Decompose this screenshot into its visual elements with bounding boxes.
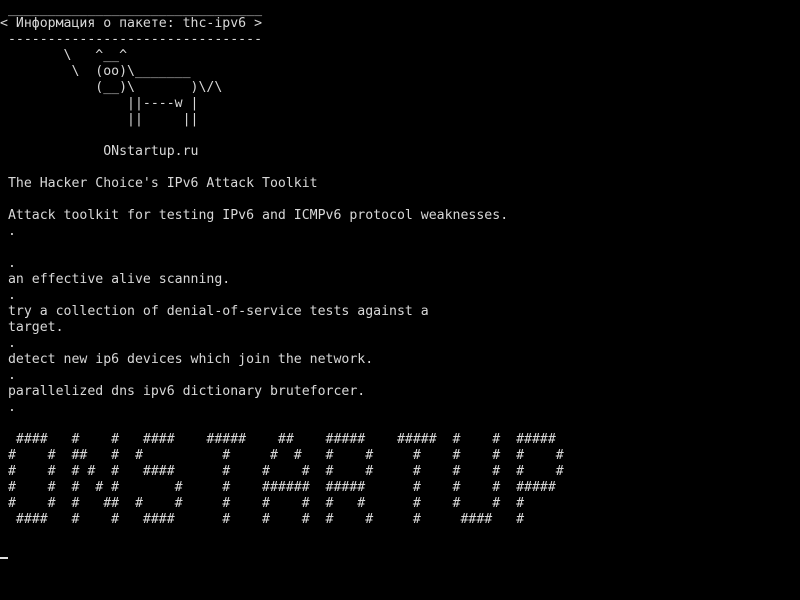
terminal-screen[interactable]: ________________________________ < Инфор… bbox=[0, 0, 800, 600]
ascii-banner-line: # # # # # #### # # # # # # # # # # bbox=[0, 464, 564, 479]
cowsay-title: < Информация о пакете: thc-ipv6 > bbox=[0, 16, 263, 31]
description-line: . bbox=[0, 368, 16, 383]
description-line: parallelized dns ipv6 dictionary brutefo… bbox=[0, 384, 366, 399]
cow-line: \ ^__^ bbox=[0, 48, 128, 63]
cowsay-border-bottom: -------------------------------- bbox=[0, 32, 263, 47]
ascii-banner-line: #### # # #### # # # # # # #### # bbox=[0, 512, 525, 527]
ascii-banner-line: #### # # #### ##### ## ##### ##### # # #… bbox=[0, 432, 556, 447]
ascii-banner-line: # # ## # # # # # # # # # # # # bbox=[0, 448, 564, 463]
site-signature: ONstartup.ru bbox=[0, 144, 199, 159]
cow-line: ||----w | bbox=[0, 96, 199, 111]
cow-line: || || bbox=[0, 112, 199, 127]
description-line: try a collection of denial-of-service te… bbox=[0, 304, 429, 319]
description-line: detect new ip6 devices which join the ne… bbox=[0, 352, 374, 367]
text-cursor bbox=[0, 557, 8, 559]
description-line: target. bbox=[0, 320, 64, 335]
description-line: Attack toolkit for testing IPv6 and ICMP… bbox=[0, 208, 509, 223]
description-line: . bbox=[0, 256, 16, 271]
description-line: . bbox=[0, 336, 16, 351]
ascii-banner-line: # # # # # # # ###### ##### # # # ##### bbox=[0, 480, 556, 495]
cow-line: \ (oo)\_______ bbox=[0, 64, 191, 79]
description-line: The Hacker Choice's IPv6 Attack Toolkit bbox=[0, 176, 318, 191]
description-line: an effective alive scanning. bbox=[0, 272, 231, 287]
description-line: . bbox=[0, 288, 16, 303]
description-line: . bbox=[0, 224, 16, 239]
cow-line: (__)\ )\/\ bbox=[0, 80, 223, 95]
description-line: . bbox=[0, 400, 16, 415]
ascii-banner-line: # # # ## # # # # # # # # # # # bbox=[0, 496, 525, 511]
